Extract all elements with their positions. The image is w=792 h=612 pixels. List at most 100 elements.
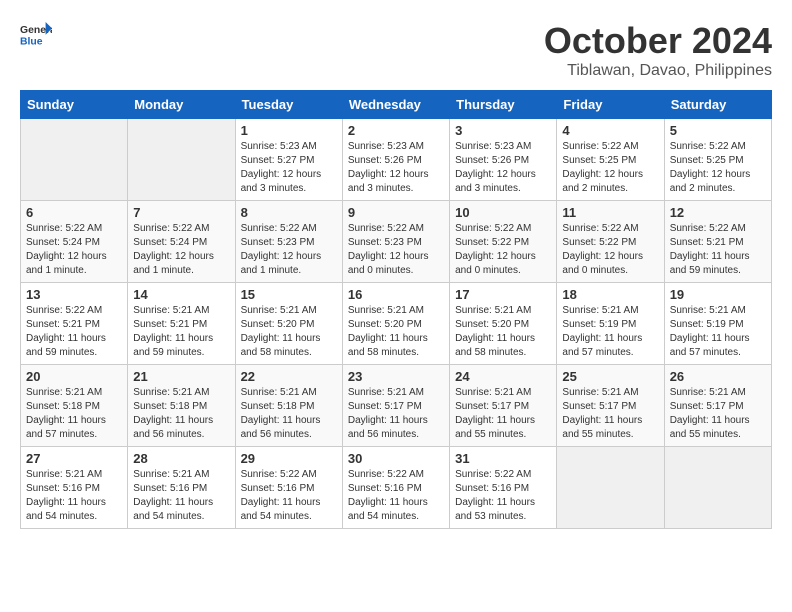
calendar-cell: 1Sunrise: 5:23 AM Sunset: 5:27 PM Daylig…: [235, 119, 342, 201]
calendar-cell: 19 Sunrise: 5:21 AM Sunset: 5:19 PM Dayli…: [664, 283, 771, 365]
calendar-cell: 13 Sunrise: 5:22 AM Sunset: 5:21 PM Dayli…: [21, 283, 128, 365]
calendar-cell: [21, 119, 128, 201]
day-number: 13: [26, 287, 122, 302]
calendar-week-2: 6Sunrise: 5:22 AM Sunset: 5:24 PM Daylig…: [21, 201, 772, 283]
day-number: 5: [670, 123, 766, 138]
day-number: 20: [26, 369, 122, 384]
day-info: Sunrise: 5:21 AM Sunset: 5:20 PM Dayligh…: [241, 304, 337, 360]
day-info: Sunrise: 5:21 AM Sunset: 5:18 PM Dayligh…: [133, 386, 229, 442]
day-info: Sunrise: 5:22 AM Sunset: 5:23 PM Dayligh…: [241, 222, 337, 278]
calendar-cell: 16Sunrise: 5:21 AM Sunset: 5:20 PM Dayli…: [342, 283, 449, 365]
logo-icon: General Blue: [20, 20, 52, 48]
weekday-header-row: SundayMondayTuesdayWednesdayThursdayFrid…: [21, 91, 772, 119]
weekday-header-sunday: Sunday: [21, 91, 128, 119]
calendar-cell: 7 Sunrise: 5:22 AM Sunset: 5:24 PM Daylig…: [128, 201, 235, 283]
day-number: 24: [455, 369, 551, 384]
calendar-week-4: 20 Sunrise: 5:21 AM Sunset: 5:18 PM Dayli…: [21, 365, 772, 447]
calendar-cell: 12 Sunrise: 5:22 AM Sunset: 5:21 PM Dayli…: [664, 201, 771, 283]
day-number: 7: [133, 205, 229, 220]
day-number: 23: [348, 369, 444, 384]
calendar-cell: [128, 119, 235, 201]
day-number: 22: [241, 369, 337, 384]
day-number: 9: [348, 205, 444, 220]
calendar-cell: 10 Sunrise: 5:22 AM Sunset: 5:22 PM Dayli…: [450, 201, 557, 283]
calendar-cell: 4 Sunrise: 5:22 AM Sunset: 5:25 PM Daylig…: [557, 119, 664, 201]
day-number: 17: [455, 287, 551, 302]
day-number: 25: [562, 369, 658, 384]
day-info: Sunrise: 5:22 AM Sunset: 5:16 PM Dayligh…: [348, 468, 444, 524]
day-info: Sunrise: 5:22 AM Sunset: 5:24 PM Dayligh…: [26, 222, 122, 278]
day-number: 31: [455, 451, 551, 466]
weekday-header-saturday: Saturday: [664, 91, 771, 119]
calendar-cell: 2Sunrise: 5:23 AM Sunset: 5:26 PM Daylig…: [342, 119, 449, 201]
calendar-cell: 25Sunrise: 5:21 AM Sunset: 5:17 PM Dayli…: [557, 365, 664, 447]
day-info: Sunrise: 5:21 AM Sunset: 5:20 PM Dayligh…: [455, 304, 551, 360]
day-number: 26: [670, 369, 766, 384]
calendar-cell: 9 Sunrise: 5:22 AM Sunset: 5:23 PM Daylig…: [342, 201, 449, 283]
calendar-cell: 11 Sunrise: 5:22 AM Sunset: 5:22 PM Dayli…: [557, 201, 664, 283]
day-info: Sunrise: 5:23 AM Sunset: 5:26 PM Dayligh…: [455, 140, 551, 196]
day-number: 8: [241, 205, 337, 220]
day-number: 21: [133, 369, 229, 384]
calendar-cell: 29Sunrise: 5:22 AM Sunset: 5:16 PM Dayli…: [235, 447, 342, 529]
day-info: Sunrise: 5:21 AM Sunset: 5:19 PM Dayligh…: [670, 304, 766, 360]
logo: General Blue: [20, 20, 52, 48]
day-number: 14: [133, 287, 229, 302]
day-info: Sunrise: 5:21 AM Sunset: 5:21 PM Dayligh…: [133, 304, 229, 360]
day-number: 3: [455, 123, 551, 138]
day-number: 11: [562, 205, 658, 220]
day-number: 10: [455, 205, 551, 220]
day-info: Sunrise: 5:22 AM Sunset: 5:22 PM Dayligh…: [455, 222, 551, 278]
weekday-header-wednesday: Wednesday: [342, 91, 449, 119]
location-subtitle: Tiblawan, Davao, Philippines: [544, 62, 772, 80]
calendar-cell: 3 Sunrise: 5:23 AM Sunset: 5:26 PM Daylig…: [450, 119, 557, 201]
calendar-cell: 22Sunrise: 5:21 AM Sunset: 5:18 PM Dayli…: [235, 365, 342, 447]
calendar-cell: 27Sunrise: 5:21 AM Sunset: 5:16 PM Dayli…: [21, 447, 128, 529]
day-number: 30: [348, 451, 444, 466]
day-number: 18: [562, 287, 658, 302]
calendar-cell: [557, 447, 664, 529]
calendar-cell: 8 Sunrise: 5:22 AM Sunset: 5:23 PM Daylig…: [235, 201, 342, 283]
calendar-cell: 5Sunrise: 5:22 AM Sunset: 5:25 PM Daylig…: [664, 119, 771, 201]
calendar-cell: 17 Sunrise: 5:21 AM Sunset: 5:20 PM Dayli…: [450, 283, 557, 365]
calendar-table: SundayMondayTuesdayWednesdayThursdayFrid…: [20, 90, 772, 529]
calendar-cell: [664, 447, 771, 529]
weekday-header-monday: Monday: [128, 91, 235, 119]
title-block: October 2024 Tiblawan, Davao, Philippine…: [544, 20, 772, 80]
day-number: 1: [241, 123, 337, 138]
day-info: Sunrise: 5:21 AM Sunset: 5:17 PM Dayligh…: [670, 386, 766, 442]
day-number: 4: [562, 123, 658, 138]
day-info: Sunrise: 5:22 AM Sunset: 5:23 PM Dayligh…: [348, 222, 444, 278]
day-number: 16: [348, 287, 444, 302]
day-info: Sunrise: 5:22 AM Sunset: 5:24 PM Dayligh…: [133, 222, 229, 278]
day-info: Sunrise: 5:22 AM Sunset: 5:16 PM Dayligh…: [455, 468, 551, 524]
calendar-cell: 20Sunrise: 5:21 AM Sunset: 5:18 PM Dayli…: [21, 365, 128, 447]
calendar-cell: 21 Sunrise: 5:21 AM Sunset: 5:18 PM Dayli…: [128, 365, 235, 447]
calendar-cell: 31 Sunrise: 5:22 AM Sunset: 5:16 PM Dayli…: [450, 447, 557, 529]
calendar-week-5: 27Sunrise: 5:21 AM Sunset: 5:16 PM Dayli…: [21, 447, 772, 529]
calendar-week-1: 1Sunrise: 5:23 AM Sunset: 5:27 PM Daylig…: [21, 119, 772, 201]
day-info: Sunrise: 5:21 AM Sunset: 5:19 PM Dayligh…: [562, 304, 658, 360]
calendar-cell: 30 Sunrise: 5:22 AM Sunset: 5:16 PM Dayli…: [342, 447, 449, 529]
calendar-cell: 14 Sunrise: 5:21 AM Sunset: 5:21 PM Dayli…: [128, 283, 235, 365]
calendar-cell: 28 Sunrise: 5:21 AM Sunset: 5:16 PM Dayli…: [128, 447, 235, 529]
calendar-cell: 15Sunrise: 5:21 AM Sunset: 5:20 PM Dayli…: [235, 283, 342, 365]
day-number: 19: [670, 287, 766, 302]
calendar-cell: 26 Sunrise: 5:21 AM Sunset: 5:17 PM Dayli…: [664, 365, 771, 447]
day-info: Sunrise: 5:22 AM Sunset: 5:21 PM Dayligh…: [670, 222, 766, 278]
day-number: 12: [670, 205, 766, 220]
day-info: Sunrise: 5:21 AM Sunset: 5:17 PM Dayligh…: [455, 386, 551, 442]
day-number: 29: [241, 451, 337, 466]
month-title: October 2024: [544, 20, 772, 62]
day-info: Sunrise: 5:22 AM Sunset: 5:21 PM Dayligh…: [26, 304, 122, 360]
day-info: Sunrise: 5:22 AM Sunset: 5:25 PM Dayligh…: [562, 140, 658, 196]
day-info: Sunrise: 5:21 AM Sunset: 5:16 PM Dayligh…: [133, 468, 229, 524]
day-number: 28: [133, 451, 229, 466]
svg-text:Blue: Blue: [20, 36, 43, 47]
calendar-cell: 6Sunrise: 5:22 AM Sunset: 5:24 PM Daylig…: [21, 201, 128, 283]
day-info: Sunrise: 5:23 AM Sunset: 5:26 PM Dayligh…: [348, 140, 444, 196]
day-info: Sunrise: 5:22 AM Sunset: 5:22 PM Dayligh…: [562, 222, 658, 278]
weekday-header-tuesday: Tuesday: [235, 91, 342, 119]
calendar-header: SundayMondayTuesdayWednesdayThursdayFrid…: [21, 91, 772, 119]
weekday-header-thursday: Thursday: [450, 91, 557, 119]
